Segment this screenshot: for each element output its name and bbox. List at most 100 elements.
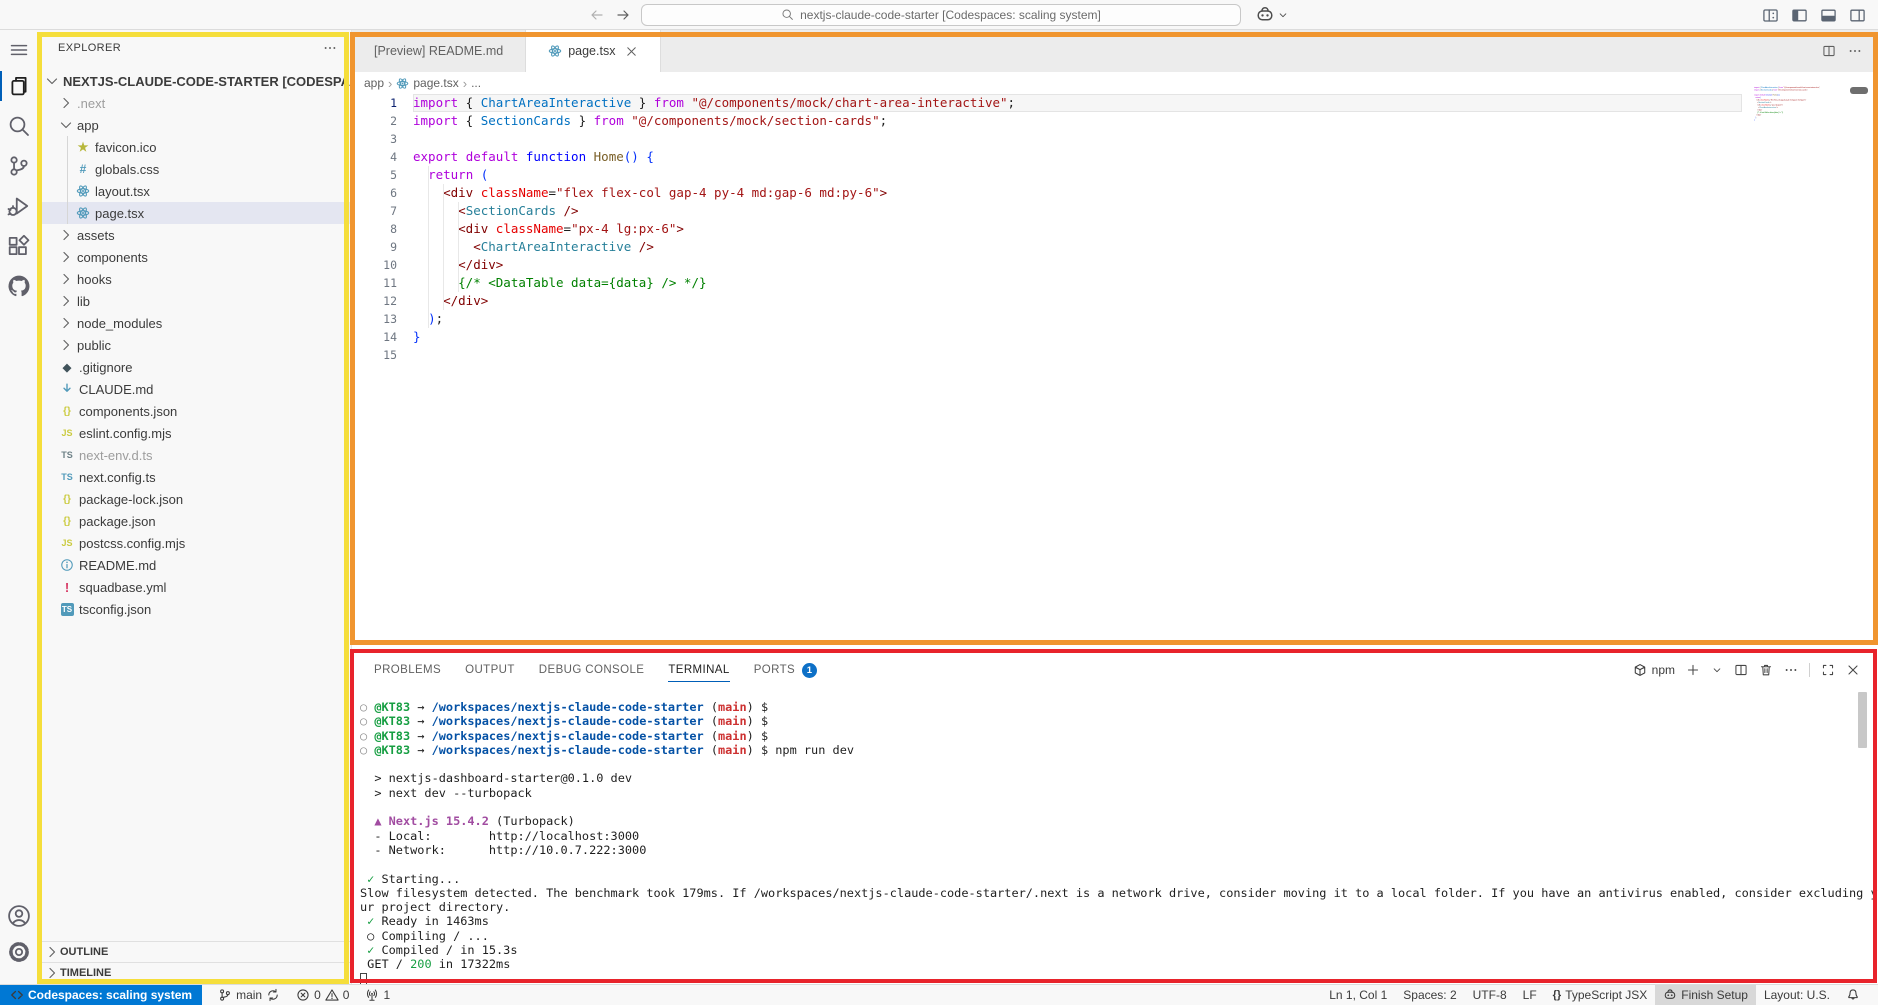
remote-indicator[interactable]: Codespaces: scaling system — [0, 985, 202, 1005]
launch-profile-icon[interactable] — [1711, 664, 1723, 676]
branch-indicator[interactable]: main — [210, 985, 288, 1005]
code-text: import { SectionCards } from "@/componen… — [413, 112, 1742, 130]
tree-item-favicon.ico[interactable]: ★favicon.ico — [38, 136, 351, 158]
panel-tab-debug-console[interactable]: DEBUG CONSOLE — [539, 654, 645, 686]
code-text: <SectionCards /> — [413, 202, 1742, 220]
terminal[interactable]: ○ @KT83 → /workspaces/nextjs-claude-code… — [360, 700, 1874, 986]
ports-indicator[interactable]: 1 — [357, 985, 398, 1005]
activity-item-extensions[interactable] — [0, 226, 38, 266]
toggle-panel-icon[interactable] — [1820, 7, 1837, 24]
line-number: 5 — [352, 166, 397, 184]
minimap[interactable]: import { ChartAreaInteractive } from "@/… — [1752, 86, 1862, 138]
toggle-secondary-sidebar-icon[interactable] — [1849, 7, 1866, 24]
activity-item-github[interactable] — [0, 266, 38, 306]
chevron-down-icon — [1277, 9, 1289, 21]
activity-item-explorer[interactable] — [0, 66, 38, 106]
eol-sequence[interactable]: LF — [1515, 985, 1545, 1005]
terminal-instance-label: npm — [1652, 663, 1675, 677]
editor-scrollbar-thumb[interactable] — [1850, 87, 1868, 94]
tree-item-components[interactable]: components — [38, 246, 351, 268]
tree-item-next-env.d.ts[interactable]: TSnext-env.d.ts — [38, 444, 351, 466]
tree-item-root[interactable]: NEXTJS-CLAUDE-CODE-STARTER [CODESPACE... — [38, 70, 351, 92]
outline-section[interactable]: OUTLINE — [38, 941, 351, 962]
terminal-line: - Local: http://localhost:3000 — [360, 829, 1874, 843]
search-text: nextjs-claude-code-starter [Codespaces: … — [800, 8, 1101, 22]
customize-layout-icon[interactable] — [1762, 7, 1779, 24]
encoding[interactable]: UTF-8 — [1465, 985, 1515, 1005]
problems-indicator[interactable]: 0 0 — [288, 985, 357, 1005]
tree-item-squadbase.yml[interactable]: !squadbase.yml — [38, 576, 351, 598]
activity-item-search[interactable] — [0, 106, 38, 146]
chevron-down-icon — [44, 73, 60, 89]
terminal-line — [360, 757, 1874, 771]
indentation[interactable]: Spaces: 2 — [1395, 985, 1464, 1005]
editor-tab-page.tsx[interactable]: page.tsx — [526, 30, 661, 72]
tree-item-lib[interactable]: lib — [38, 290, 351, 312]
notifications[interactable] — [1838, 985, 1868, 1005]
tree-item-CLAUDE.md[interactable]: CLAUDE.md — [38, 378, 351, 400]
explorer-more-actions-icon[interactable] — [323, 41, 337, 55]
split-terminal-icon[interactable] — [1734, 663, 1748, 677]
tree-item-.next[interactable]: .next — [38, 92, 351, 114]
kill-terminal-icon[interactable] — [1759, 663, 1773, 677]
cursor-position[interactable]: Ln 1, Col 1 — [1321, 985, 1395, 1005]
toggle-primary-sidebar-icon[interactable] — [1791, 7, 1808, 24]
terminal-instance[interactable]: npm — [1633, 663, 1675, 677]
tree-item-globals.css[interactable]: #globals.css — [38, 158, 351, 180]
tree-item-eslint.config.mjs[interactable]: JSeslint.config.mjs — [38, 422, 351, 444]
terminal-scrollbar-thumb[interactable] — [1858, 692, 1867, 748]
line-number: 10 — [352, 256, 397, 274]
activity-item-accounts[interactable] — [0, 900, 38, 932]
language-mode[interactable]: {} TypeScript JSX — [1545, 985, 1656, 1005]
tree-item-package.json[interactable]: {}package.json — [38, 510, 351, 532]
tree-item-components.json[interactable]: {}components.json — [38, 400, 351, 422]
breadcrumb-item-app[interactable]: app — [364, 76, 384, 90]
editor-more-actions-icon[interactable] — [1848, 44, 1862, 58]
tree-item-node_modules[interactable]: node_modules — [38, 312, 351, 334]
new-terminal-icon[interactable] — [1686, 663, 1700, 677]
file-label: postcss.config.mjs — [79, 536, 185, 551]
panel-tab-ports[interactable]: PORTS1 — [754, 654, 817, 686]
code-editor[interactable]: 1import { ChartAreaInteractive } from "@… — [352, 94, 1742, 364]
tree-item-app[interactable]: app — [38, 114, 351, 136]
tree-item-package-lock.json[interactable]: {}package-lock.json — [38, 488, 351, 510]
activity-item-menu[interactable] — [0, 34, 38, 66]
tree-item-page.tsx[interactable]: page.tsx — [38, 202, 351, 224]
split-editor-icon[interactable] — [1822, 44, 1836, 58]
timeline-section[interactable]: TIMELINE — [38, 962, 351, 983]
keyboard-layout[interactable]: Layout: U.S. — [1756, 985, 1838, 1005]
copilot-menu[interactable] — [1255, 5, 1289, 25]
tree-item-public[interactable]: public — [38, 334, 351, 356]
line-number: 14 — [352, 328, 397, 346]
back-icon[interactable] — [589, 7, 605, 23]
command-center-search[interactable]: nextjs-claude-code-starter [Codespaces: … — [641, 4, 1241, 26]
tree-item-README.md[interactable]: README.md — [38, 554, 351, 576]
tree-item-layout.tsx[interactable]: layout.tsx — [38, 180, 351, 202]
breadcrumb-item-file[interactable]: page.tsx — [413, 76, 458, 90]
close-tab-icon[interactable] — [625, 45, 638, 58]
extensions-icon — [7, 234, 31, 258]
forward-icon[interactable] — [615, 7, 631, 23]
indent-guide — [443, 184, 444, 310]
editor-tab--preview-readme.md[interactable]: [Preview] README.md — [352, 30, 526, 72]
tree-item-postcss.config.mjs[interactable]: JSpostcss.config.mjs — [38, 532, 351, 554]
file-icon-react — [74, 183, 92, 199]
explorer-title: EXPLORER — [58, 42, 121, 54]
panel-tab-terminal[interactable]: TERMINAL — [668, 654, 729, 686]
panel-tab-output[interactable]: OUTPUT — [465, 654, 515, 686]
maximize-panel-icon[interactable] — [1821, 663, 1835, 677]
activity-item-source-control[interactable] — [0, 146, 38, 186]
activity-item-run-and-debug[interactable] — [0, 186, 38, 226]
close-panel-icon[interactable] — [1846, 663, 1860, 677]
breadcrumb-item-symbol[interactable]: ... — [471, 76, 481, 90]
activity-item-settings[interactable] — [0, 932, 38, 972]
tree-item-assets[interactable]: assets — [38, 224, 351, 246]
tree-item-next.config.ts[interactable]: TSnext.config.ts — [38, 466, 351, 488]
tree-item-.gitignore[interactable]: ◆.gitignore — [38, 356, 351, 378]
tree-item-tsconfig.json[interactable]: TStsconfig.json — [38, 598, 351, 620]
code-text: <div className="px-4 lg:px-6"> — [413, 220, 1742, 238]
finish-setup-button[interactable]: Finish Setup — [1655, 985, 1756, 1005]
terminal-more-actions-icon[interactable] — [1784, 663, 1798, 677]
panel-tab-problems[interactable]: PROBLEMS — [374, 654, 441, 686]
tree-item-hooks[interactable]: hooks — [38, 268, 351, 290]
